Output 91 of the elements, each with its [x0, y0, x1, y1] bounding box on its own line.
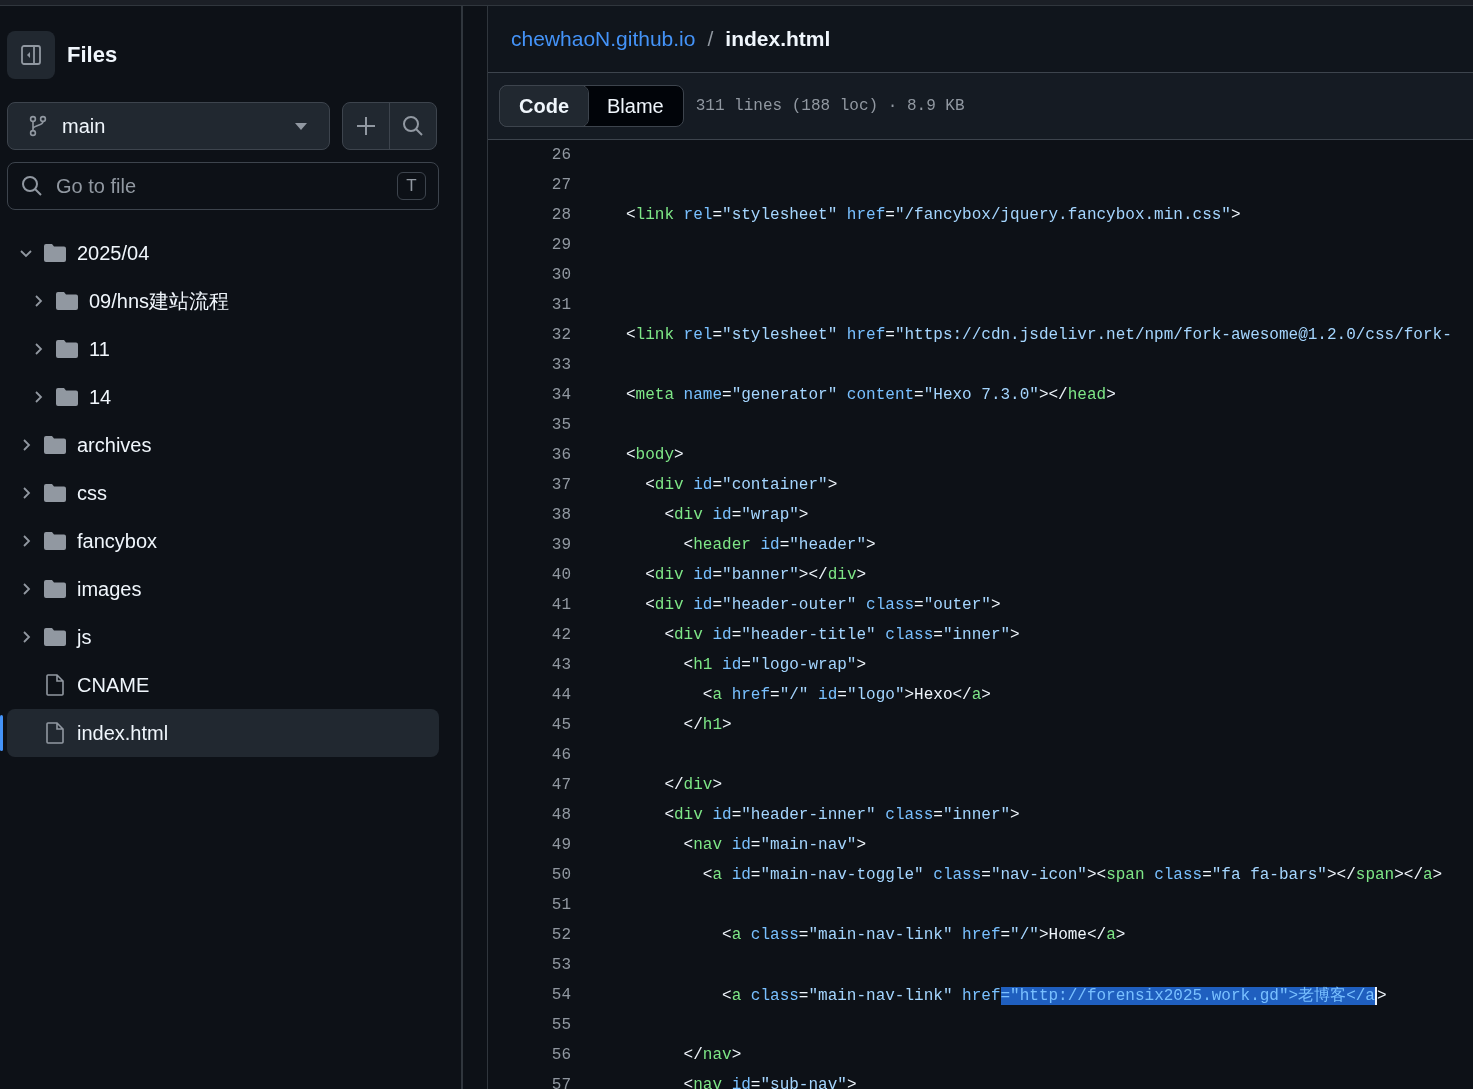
code-line: <h1 id="logo-wrap">	[682, 656, 867, 674]
code-line: </div>	[663, 776, 723, 794]
line-number: 46	[550, 746, 571, 764]
tree-item[interactable]: 2025/04	[7, 229, 439, 277]
line-number: 54	[550, 986, 571, 1004]
line-number: 31	[550, 296, 571, 314]
line-number: 38	[550, 506, 571, 524]
line-number: 41	[550, 596, 571, 614]
line-number: 49	[550, 836, 571, 854]
branch-select[interactable]: main	[7, 102, 330, 150]
plus-icon	[355, 116, 376, 136]
caret-icon	[294, 122, 307, 130]
code-line: <div id="header-inner" class="inner">	[663, 806, 1020, 824]
line-number: 51	[550, 896, 571, 914]
folder-icon	[55, 387, 79, 407]
tree-item[interactable]: images	[7, 565, 439, 613]
folder-icon	[43, 435, 67, 455]
code-line: <div id="header-outer" class="outer">	[644, 596, 1001, 614]
line-number: 45	[550, 716, 571, 734]
line-number: 34	[550, 386, 571, 404]
folder-icon	[43, 243, 67, 263]
line-number: 55	[550, 1016, 571, 1034]
tree-item[interactable]: 14	[7, 373, 439, 421]
code-line: <nav id="sub-nav">	[682, 1076, 857, 1089]
view-tab[interactable]: Blame	[588, 86, 683, 126]
tree-item[interactable]: CNAME	[7, 661, 439, 709]
search-icon	[21, 175, 43, 197]
line-number: 48	[550, 806, 571, 824]
breadcrumb-separator: /	[707, 27, 714, 51]
file-icon	[43, 673, 67, 697]
line-number: 27	[550, 176, 571, 194]
code-line: </h1>	[682, 716, 732, 734]
line-number: 35	[550, 416, 571, 434]
tree-item[interactable]: fancybox	[7, 517, 439, 565]
folder-icon	[43, 579, 67, 599]
line-number: 40	[550, 566, 571, 584]
line-number: 26	[550, 146, 571, 164]
tree-item[interactable]: css	[7, 469, 439, 517]
line-number: 37	[550, 476, 571, 494]
folder-icon	[55, 339, 79, 359]
line-number: 30	[550, 266, 571, 284]
code-line: <meta name="generator" content="Hexo 7.3.0"></head>	[626, 386, 1116, 404]
tree-item[interactable]: archives	[7, 421, 439, 469]
line-number: 43	[550, 656, 571, 674]
code-line: <a id="main-nav-toggle" class="nav-icon"><span class="fa fa-bars"></span></a>	[701, 866, 1443, 884]
file-name: index.html	[725, 27, 831, 51]
repo-link[interactable]: chewhaoN.github.io	[511, 27, 696, 51]
line-number: 52	[550, 926, 571, 944]
line-number: 47	[550, 776, 571, 794]
line-number: 29	[550, 236, 571, 254]
code-line: <body>	[626, 446, 684, 464]
branch-icon	[28, 115, 48, 137]
line-number: 39	[550, 536, 571, 554]
code-line: <a href="/" id="logo">Hexo</a>	[701, 686, 991, 704]
sidebar-icon	[19, 43, 43, 67]
code-line: <link rel="stylesheet" href="/fancybox/jquery.fancybox.min.css">	[626, 206, 1241, 224]
code-line: <div id="banner"></div>	[644, 566, 867, 584]
code-line: <div id="wrap">	[663, 506, 809, 524]
line-number: 44	[550, 686, 571, 704]
tree-item[interactable]: js	[7, 613, 439, 661]
selection-indicator	[0, 715, 3, 751]
tree-item[interactable]: 11	[7, 325, 439, 373]
line-number: 32	[550, 326, 571, 344]
code-line: <nav id="main-nav">	[682, 836, 867, 854]
line-number: 28	[550, 206, 571, 224]
shortcut-key: T	[397, 172, 426, 200]
collapse-sidebar-button[interactable]	[7, 31, 55, 79]
code-line: </nav>	[682, 1046, 742, 1064]
line-number: 56	[550, 1046, 571, 1064]
code-line: <div id="container">	[644, 476, 838, 494]
search-icon	[402, 115, 425, 137]
folder-icon	[55, 291, 79, 311]
line-number: 50	[550, 866, 571, 884]
code-line: <a class="main-nav-link" href="http://forensix2025.work.gd">老博客</a>	[721, 985, 1387, 1006]
line-number: 42	[550, 626, 571, 644]
code-line: <header id="header">	[682, 536, 876, 554]
sidebar-title: Files	[67, 42, 118, 68]
line-number: 53	[550, 956, 571, 974]
line-number: 57	[550, 1076, 571, 1089]
file-icon	[43, 721, 67, 745]
tree-item[interactable]: 09/hns建站流程	[7, 277, 439, 325]
folder-icon	[43, 531, 67, 551]
line-number: 33	[550, 356, 571, 374]
file-info: 311 lines (188 loc) · 8.9 KB	[695, 97, 965, 115]
code-line: <link rel="stylesheet" href="https://cdn.jsdelivr.net/npm/fork-awesome@1.2.0/css/fork-	[626, 326, 1452, 344]
folder-icon	[43, 483, 67, 503]
code-line: <div id="header-title" class="inner">	[663, 626, 1020, 644]
folder-icon	[43, 627, 67, 647]
view-tab[interactable]: Code	[500, 86, 588, 126]
code-line: <a class="main-nav-link" href="/">Home</a>	[721, 926, 1126, 944]
line-number: 36	[550, 446, 571, 464]
